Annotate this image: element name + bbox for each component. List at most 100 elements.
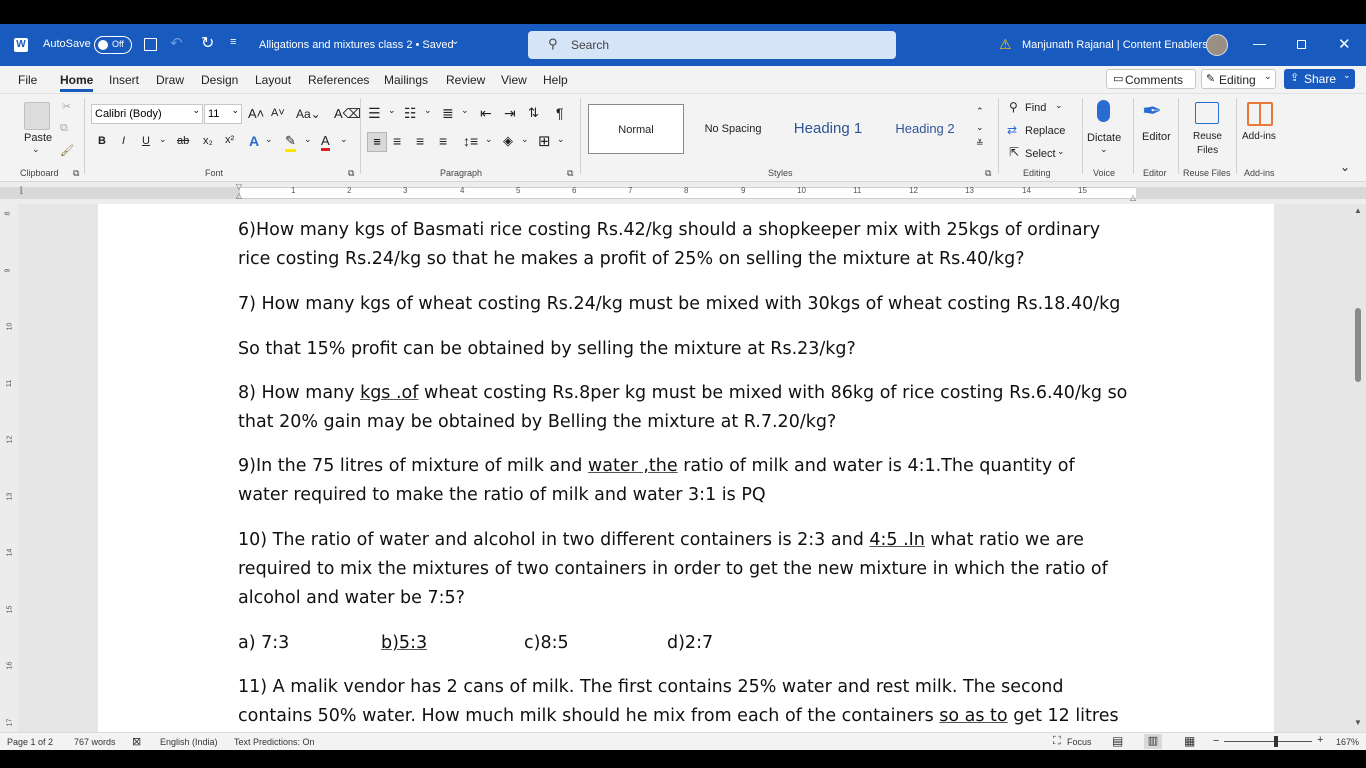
- q9-spell-flag[interactable]: water ,the: [588, 456, 678, 476]
- select-label[interactable]: Select: [1025, 148, 1056, 160]
- menu-layout[interactable]: Layout: [255, 73, 291, 87]
- avatar[interactable]: [1206, 34, 1228, 56]
- dictate-chevron-icon[interactable]: ⌄: [1100, 144, 1108, 155]
- menu-home[interactable]: Home: [60, 73, 93, 87]
- font-color-icon[interactable]: A: [321, 133, 330, 151]
- menu-file[interactable]: File: [18, 73, 37, 87]
- focus-icon[interactable]: ⛶: [1053, 735, 1061, 748]
- select-chevron-icon[interactable]: ⌄: [1057, 146, 1065, 157]
- vertical-scrollbar[interactable]: ▲ ▼: [1350, 204, 1366, 732]
- q10-spell-flag[interactable]: 4:5 .In: [869, 530, 925, 550]
- superscript-icon[interactable]: x²: [225, 134, 234, 146]
- page-indicator[interactable]: Page 1 of 2: [7, 737, 53, 747]
- font-color-chevron-icon[interactable]: ⌄: [340, 134, 348, 145]
- styles-more-icon[interactable]: ≚: [976, 138, 984, 149]
- multilevel-chevron-icon[interactable]: ⌄: [461, 105, 469, 116]
- zoom-out-icon[interactable]: −: [1213, 735, 1219, 747]
- strikethrough-icon[interactable]: ab: [177, 135, 189, 147]
- word-count[interactable]: 767 words: [74, 737, 116, 747]
- styles-scroll-down-icon[interactable]: ⌄: [976, 122, 984, 133]
- warning-icon[interactable]: ⚠: [999, 36, 1012, 53]
- underline-icon[interactable]: U: [142, 135, 150, 147]
- show-formatting-icon[interactable]: ¶: [556, 105, 564, 121]
- title-dropdown-icon[interactable]: ⌄: [451, 36, 459, 47]
- highlight-icon[interactable]: ✎: [285, 133, 296, 152]
- sort-icon[interactable]: ⇅: [528, 105, 539, 121]
- subscript-icon[interactable]: x₂: [203, 135, 213, 147]
- menu-view[interactable]: View: [501, 73, 527, 87]
- clipboard-launcher-icon[interactable]: ⧉: [73, 168, 79, 179]
- borders-icon[interactable]: ⊞: [538, 132, 551, 150]
- bullets-chevron-icon[interactable]: ⌄: [388, 105, 396, 116]
- menu-mailings[interactable]: Mailings: [384, 73, 428, 87]
- borders-chevron-icon[interactable]: ⌄: [557, 134, 565, 145]
- font-size-select[interactable]: 11 ⌄: [204, 104, 242, 124]
- copy-icon[interactable]: ⧉: [60, 122, 68, 135]
- scroll-down-icon[interactable]: ▼: [1354, 718, 1362, 727]
- tab-selector-icon[interactable]: ⌊: [20, 185, 24, 196]
- search-box[interactable]: ⚲ Search: [528, 31, 896, 59]
- editing-mode-button[interactable]: ✎ Editing ⌄: [1201, 69, 1276, 89]
- language-indicator[interactable]: English (India): [160, 737, 218, 747]
- menu-references[interactable]: References: [308, 73, 369, 87]
- zoom-slider-thumb[interactable]: [1274, 736, 1278, 747]
- menu-insert[interactable]: Insert: [109, 73, 139, 87]
- share-button[interactable]: ⇪ Share ⌄: [1284, 69, 1355, 89]
- style-no-spacing[interactable]: No Spacing: [690, 104, 776, 154]
- customize-toolbar-icon[interactable]: ≡: [230, 36, 236, 48]
- find-icon[interactable]: ⚲: [1009, 100, 1018, 114]
- document-page[interactable]: 6)How many kgs of Basmati rice costing R…: [98, 204, 1274, 732]
- styles-scroll-up-icon[interactable]: ⌃: [976, 106, 984, 117]
- q11-spell-flag[interactable]: so as to: [939, 706, 1007, 726]
- indent-marker-icon[interactable]: ▽ △: [234, 182, 244, 202]
- zoom-in-icon[interactable]: +: [1317, 734, 1323, 746]
- text-effects-icon[interactable]: A: [249, 133, 259, 149]
- reuse-files-icon[interactable]: [1195, 102, 1219, 124]
- right-indent-marker-icon[interactable]: △: [1130, 193, 1136, 202]
- zoom-level[interactable]: 167%: [1336, 737, 1359, 747]
- menu-help[interactable]: Help: [543, 73, 568, 87]
- change-case-icon[interactable]: Aa⌄: [296, 107, 321, 121]
- replace-label[interactable]: Replace: [1025, 125, 1065, 137]
- paragraph-launcher-icon[interactable]: ⧉: [567, 168, 573, 179]
- menu-review[interactable]: Review: [446, 73, 485, 87]
- user-name[interactable]: Manjunath Rajanal | Content Enablers: [1022, 39, 1208, 51]
- grow-font-icon[interactable]: A˄: [248, 106, 264, 121]
- add-ins-icon[interactable]: [1247, 102, 1273, 126]
- shading-chevron-icon[interactable]: ⌄: [521, 134, 529, 145]
- text-predictions[interactable]: Text Predictions: On: [234, 737, 315, 747]
- autosave-toggle[interactable]: Off: [94, 36, 132, 54]
- style-normal[interactable]: Normal: [588, 104, 684, 154]
- reuse-files-label-1[interactable]: Reuse: [1193, 131, 1222, 142]
- clear-formatting-icon[interactable]: A⌫: [334, 106, 361, 122]
- underline-chevron-icon[interactable]: ⌄: [159, 134, 167, 145]
- zoom-slider-track[interactable]: [1224, 741, 1312, 742]
- increase-indent-icon[interactable]: ⇥: [504, 105, 516, 122]
- close-icon[interactable]: ✕: [1338, 35, 1351, 53]
- paste-label[interactable]: Paste: [24, 132, 52, 144]
- redo-icon[interactable]: ↻: [201, 33, 214, 53]
- style-heading-2[interactable]: Heading 2: [884, 104, 966, 154]
- collapse-ribbon-icon[interactable]: ⌄: [1340, 160, 1350, 174]
- align-center-icon[interactable]: ≡: [393, 133, 401, 149]
- undo-icon[interactable]: ↶: [170, 34, 183, 52]
- italic-icon[interactable]: I: [122, 135, 125, 147]
- reuse-files-label-2[interactable]: Files: [1197, 145, 1218, 156]
- line-spacing-icon[interactable]: ↕≡: [463, 133, 478, 149]
- styles-launcher-icon[interactable]: ⧉: [985, 168, 991, 179]
- line-spacing-chevron-icon[interactable]: ⌄: [485, 134, 493, 145]
- replace-icon[interactable]: ⇄: [1007, 123, 1017, 137]
- font-name-select[interactable]: Calibri (Body) ⌄: [91, 104, 203, 124]
- menu-design[interactable]: Design: [201, 73, 238, 87]
- align-left-icon[interactable]: ≡: [367, 132, 387, 152]
- shading-icon[interactable]: ◈: [503, 133, 513, 149]
- decrease-indent-icon[interactable]: ⇤: [480, 105, 492, 122]
- justify-icon[interactable]: ≡: [439, 133, 447, 149]
- add-ins-label[interactable]: Add-ins: [1242, 131, 1276, 142]
- find-chevron-icon[interactable]: ⌄: [1055, 100, 1063, 111]
- highlight-chevron-icon[interactable]: ⌄: [304, 134, 312, 145]
- focus-label[interactable]: Focus: [1067, 737, 1092, 747]
- comments-button[interactable]: ▭ Comments: [1106, 69, 1196, 89]
- editor-label[interactable]: Editor: [1142, 131, 1171, 143]
- minimize-icon[interactable]: —: [1253, 36, 1266, 51]
